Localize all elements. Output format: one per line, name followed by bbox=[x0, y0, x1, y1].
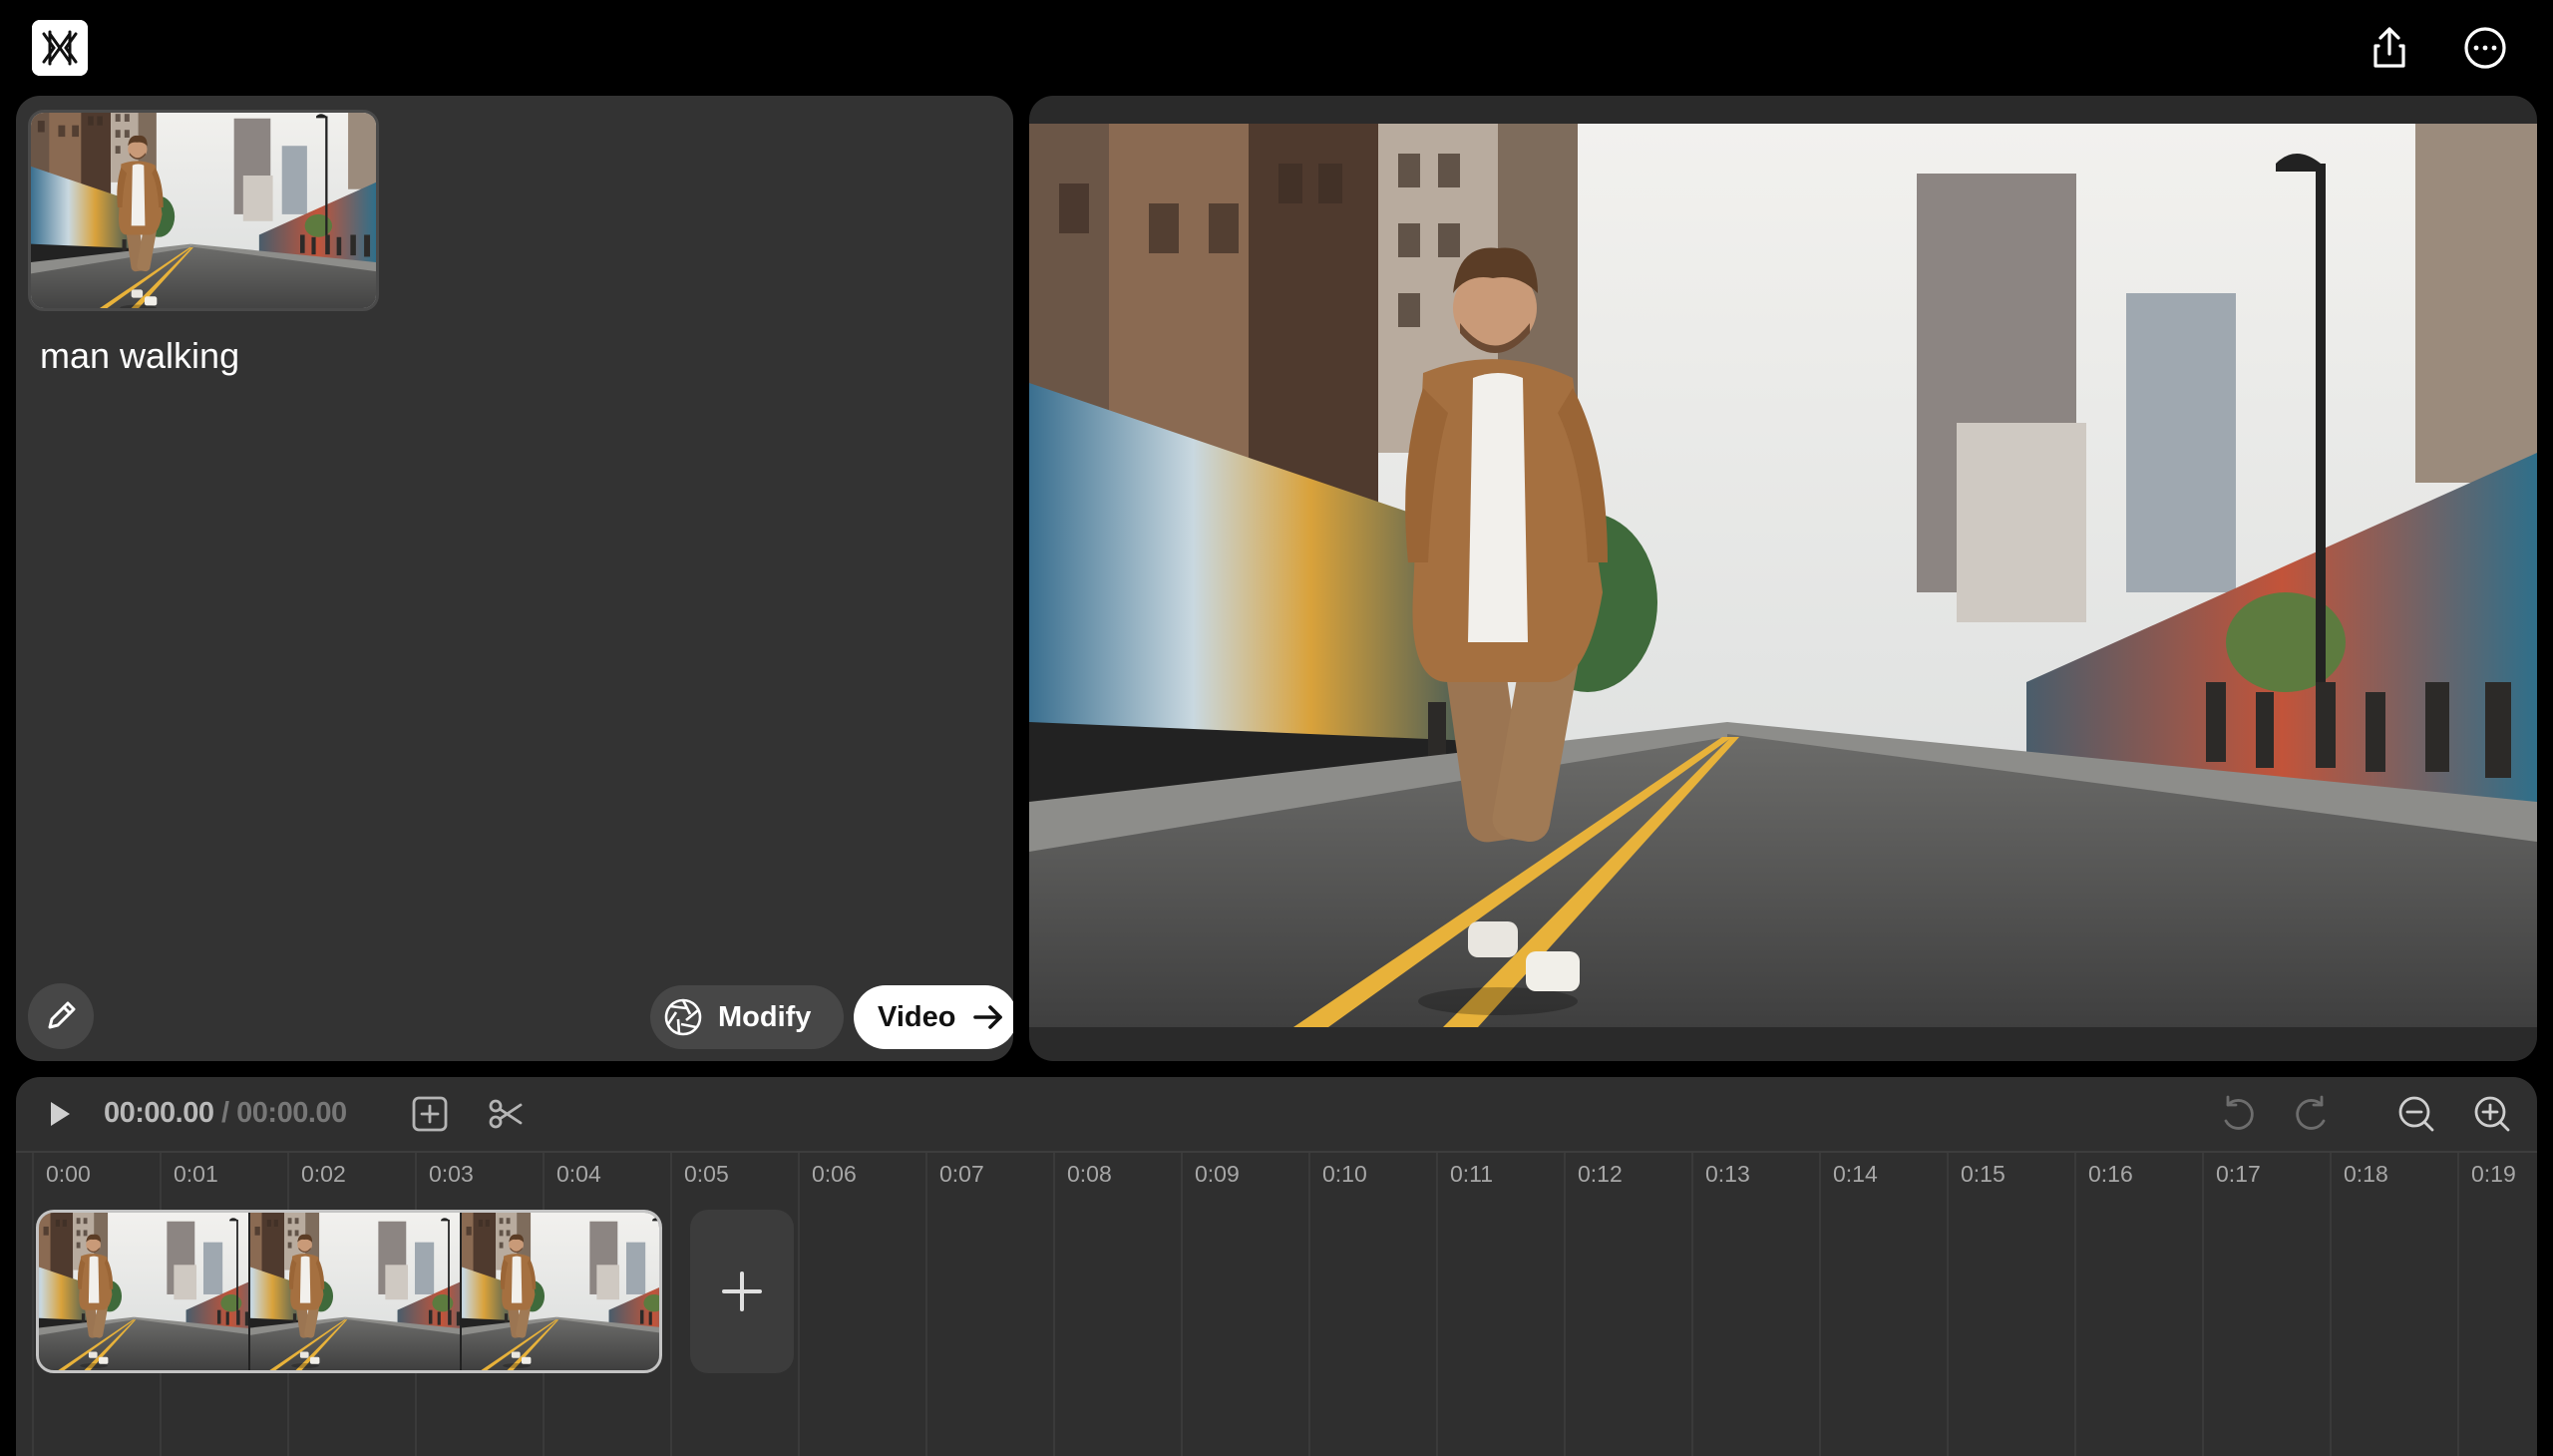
redo-icon[interactable] bbox=[2290, 1091, 2336, 1137]
arrow-right-icon bbox=[973, 1005, 1003, 1029]
ruler-tick-label: 0:12 bbox=[1578, 1161, 1623, 1187]
modify-label: Modify bbox=[718, 1000, 812, 1033]
ruler-tick-label: 0:09 bbox=[1195, 1161, 1240, 1187]
ruler-gridline bbox=[2457, 1153, 2459, 1456]
asset-title: man walking bbox=[40, 335, 240, 376]
modify-button[interactable]: Modify bbox=[650, 985, 844, 1049]
ruler-gridline bbox=[2330, 1153, 2332, 1456]
ruler-tick-label: 0:05 bbox=[684, 1161, 729, 1187]
share-icon[interactable] bbox=[2364, 22, 2415, 74]
ruler-tick-label: 0:18 bbox=[2344, 1161, 2388, 1187]
video-button[interactable]: Video bbox=[854, 985, 1013, 1049]
ruler-tick-label: 0:10 bbox=[1322, 1161, 1367, 1187]
ruler-gridline bbox=[670, 1153, 672, 1456]
ruler-tick-label: 0:19 bbox=[2471, 1161, 2516, 1187]
ruler-gridline bbox=[1819, 1153, 1821, 1456]
play-icon[interactable] bbox=[36, 1091, 82, 1137]
edit-button[interactable] bbox=[28, 983, 94, 1049]
ruler-gridline bbox=[1691, 1153, 1693, 1456]
ruler-tick-label: 0:13 bbox=[1705, 1161, 1750, 1187]
clip-frame bbox=[39, 1213, 250, 1370]
ruler-gridline bbox=[925, 1153, 927, 1456]
ruler-gridline bbox=[1564, 1153, 1566, 1456]
scissors-icon[interactable] bbox=[483, 1091, 529, 1137]
asset-panel: man walking Modify Video bbox=[16, 96, 1013, 1061]
clip-frame bbox=[250, 1213, 462, 1370]
top-bar bbox=[0, 0, 2553, 96]
video-clip[interactable] bbox=[36, 1210, 662, 1373]
time-separator: / bbox=[213, 1097, 237, 1129]
ruler-gridline bbox=[2074, 1153, 2076, 1456]
preview-frame bbox=[1029, 124, 2537, 1027]
app-logo-icon[interactable] bbox=[32, 20, 88, 76]
ruler-tick-label: 0:17 bbox=[2216, 1161, 2261, 1187]
clip-frame bbox=[462, 1213, 662, 1370]
image-thumbnail[interactable] bbox=[28, 110, 379, 311]
ruler-tick-label: 0:00 bbox=[46, 1161, 91, 1187]
ruler-tick-label: 0:04 bbox=[556, 1161, 601, 1187]
ruler-tick-label: 0:15 bbox=[1961, 1161, 2006, 1187]
ruler-tick-label: 0:02 bbox=[301, 1161, 346, 1187]
ruler-gridline bbox=[1436, 1153, 1438, 1456]
zoom-out-icon[interactable] bbox=[2393, 1091, 2439, 1137]
video-label: Video bbox=[878, 1000, 956, 1033]
zoom-in-icon[interactable] bbox=[2469, 1091, 2515, 1137]
timeline-toolbar: 00:00.00 / 00:00.00 bbox=[16, 1077, 2537, 1151]
add-clip-button[interactable] bbox=[690, 1210, 794, 1373]
more-options-icon[interactable] bbox=[2459, 22, 2511, 74]
duration: 00:00.00 bbox=[236, 1097, 347, 1129]
pencil-icon bbox=[48, 1001, 76, 1029]
ruler-gridline bbox=[1181, 1153, 1183, 1456]
ruler-tick-label: 0:03 bbox=[429, 1161, 474, 1187]
ruler-gridline bbox=[1053, 1153, 1055, 1456]
add-frame-icon[interactable] bbox=[407, 1091, 453, 1137]
ruler-gridline bbox=[1947, 1153, 1949, 1456]
ruler-gridline bbox=[32, 1153, 34, 1456]
ruler-tick-label: 0:07 bbox=[939, 1161, 984, 1187]
ruler-tick-label: 0:14 bbox=[1833, 1161, 1878, 1187]
time-readout: 00:00.00 / 00:00.00 bbox=[104, 1097, 347, 1130]
ruler-tick-label: 0:11 bbox=[1450, 1161, 1494, 1187]
ruler-tick-label: 0:16 bbox=[2088, 1161, 2133, 1187]
ruler-gridline bbox=[798, 1153, 800, 1456]
ruler-tick-label: 0:06 bbox=[812, 1161, 857, 1187]
ruler-gridline bbox=[1308, 1153, 1310, 1456]
current-time: 00:00.00 bbox=[104, 1097, 214, 1129]
ruler-gridline bbox=[2202, 1153, 2204, 1456]
aperture-icon bbox=[664, 998, 702, 1036]
plus-icon bbox=[722, 1272, 762, 1311]
ruler-tick-label: 0:01 bbox=[174, 1161, 218, 1187]
ruler-tick-label: 0:08 bbox=[1067, 1161, 1112, 1187]
video-preview bbox=[1029, 96, 2537, 1061]
undo-icon[interactable] bbox=[2214, 1091, 2260, 1137]
